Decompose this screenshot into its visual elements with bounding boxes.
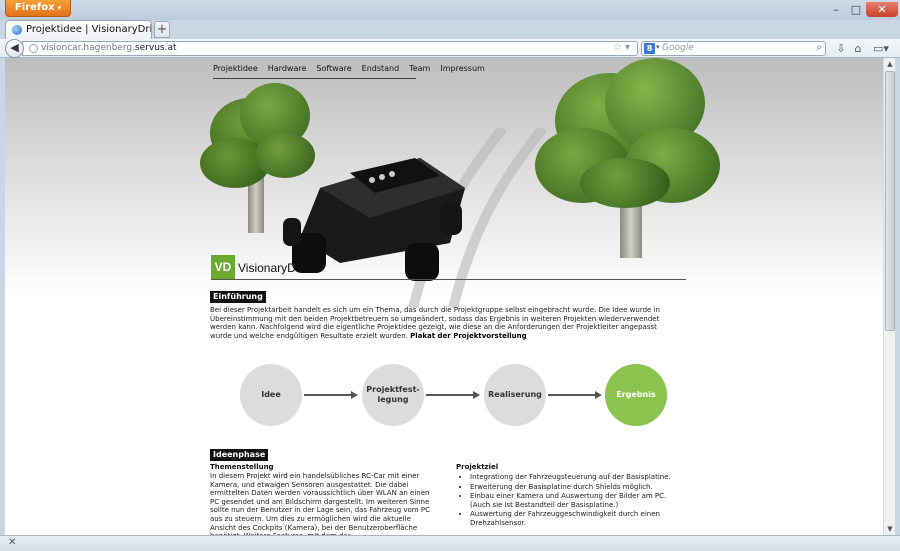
favicon-icon: [12, 25, 22, 35]
arrow-2: [426, 391, 480, 399]
new-tab-button[interactable]: +: [154, 21, 170, 38]
globe-icon: [29, 44, 38, 53]
goal-item: Auswertung der Fahrzeuggeschwindigkeit d…: [470, 510, 685, 527]
nav-link-software[interactable]: Software: [316, 64, 351, 73]
back-button[interactable]: ◀: [5, 39, 24, 58]
tab-title: Projektidee | VisionaryDrive | Pr...: [26, 24, 152, 35]
nav-link-endstand[interactable]: Endstand: [362, 64, 400, 73]
tab-strip: Projektidee | VisionaryDrive | Pr... +: [0, 20, 900, 39]
downloads-icon[interactable]: ⇩: [833, 41, 849, 56]
navigation-toolbar: visioncar.hagenberg.servus.at ☆▾ ◀ 8 ▾ G…: [0, 39, 900, 58]
scroll-thumb[interactable]: [885, 71, 895, 331]
visionarydrive-logo: VD: [211, 255, 235, 279]
scroll-up-arrow-icon[interactable]: ▲: [884, 58, 896, 70]
brand-divider: [211, 279, 686, 280]
url-prefix: visioncar.hagenberg.: [41, 43, 135, 53]
arrow-1: [304, 391, 358, 399]
goal-title: Projektziel: [456, 463, 499, 471]
nav-link-team[interactable]: Team: [409, 64, 430, 73]
poster-link[interactable]: Plakat der Projektvorstellung: [410, 332, 526, 340]
nav-link-projektidee[interactable]: Projektidee: [213, 64, 258, 73]
addon-bar: ✕: [0, 535, 900, 551]
url-text: visioncar.hagenberg.servus.at: [41, 43, 177, 53]
ideas-heading: Ideenphase: [210, 449, 269, 461]
bookmark-star-icon[interactable]: ☆▾: [613, 42, 633, 53]
step-projektfestlegung-label: Projektfest- legung: [366, 385, 420, 404]
search-bar[interactable]: 8 ▾ Google ⌕: [641, 41, 826, 56]
search-engine-dropdown-icon[interactable]: ▾: [656, 43, 660, 51]
scroll-down-arrow-icon[interactable]: ▼: [884, 523, 896, 535]
intro-paragraph: Bei dieser Projektarbeit handelt es sich…: [210, 306, 680, 340]
close-window-button[interactable]: ✕: [866, 2, 898, 17]
step-idee: Idee: [240, 364, 302, 426]
vertical-scrollbar[interactable]: ▲ ▼: [883, 58, 895, 535]
home-icon[interactable]: ⌂: [850, 41, 866, 56]
goal-item: Einbau einer Kamera und Auswertung der B…: [470, 492, 685, 509]
site-navigation: Projektidee Hardware Software Endstand T…: [213, 64, 485, 73]
step-realiserung: Realiserung: [484, 364, 546, 426]
url-domain: servus.at: [134, 43, 177, 53]
firefox-menu-label: Firefox: [14, 2, 55, 13]
back-arrow-icon: ◀: [10, 41, 19, 54]
goal-list: Integrationg der Fahrzeugsteuerung auf d…: [460, 473, 685, 529]
step-projektfestlegung: Projektfest- legung: [362, 364, 424, 426]
close-addon-bar-icon[interactable]: ✕: [8, 537, 16, 548]
page-viewport: Projektidee Hardware Software Endstand T…: [5, 58, 883, 535]
maximize-button[interactable]: □: [846, 2, 866, 17]
search-engine-icon[interactable]: 8: [644, 43, 655, 54]
step-ergebnis: Ergebnis: [605, 364, 667, 426]
bookmarks-menu-icon[interactable]: ▭▾: [870, 41, 892, 56]
magnifier-icon[interactable]: ⌕: [816, 42, 822, 53]
minimize-button[interactable]: –: [826, 2, 846, 17]
chevron-down-icon: ▾: [57, 4, 62, 12]
nav-link-impressum[interactable]: Impressum: [440, 64, 484, 73]
url-bar[interactable]: visioncar.hagenberg.servus.at ☆▾: [22, 41, 638, 56]
topic-title: Themenstellung: [210, 463, 274, 471]
firefox-menu-button[interactable]: Firefox ▾: [5, 0, 71, 17]
topic-text: In diesem Projekt wird ein handelsüblich…: [210, 472, 430, 535]
goal-item: Erweiterung der Basisplatine durch Shiel…: [470, 483, 685, 492]
intro-heading: Einführung: [210, 291, 266, 303]
nav-link-hardware[interactable]: Hardware: [268, 64, 307, 73]
tab-projektidee[interactable]: Projektidee | VisionaryDrive | Pr...: [5, 20, 152, 39]
goal-item: Integrationg der Fahrzeugsteuerung auf d…: [470, 473, 685, 482]
title-bar: Firefox ▾ – □ ✕: [0, 0, 900, 20]
brand-title: VisionaryDrive: [238, 261, 316, 275]
search-input[interactable]: Google: [662, 43, 694, 53]
arrow-3: [548, 391, 602, 399]
